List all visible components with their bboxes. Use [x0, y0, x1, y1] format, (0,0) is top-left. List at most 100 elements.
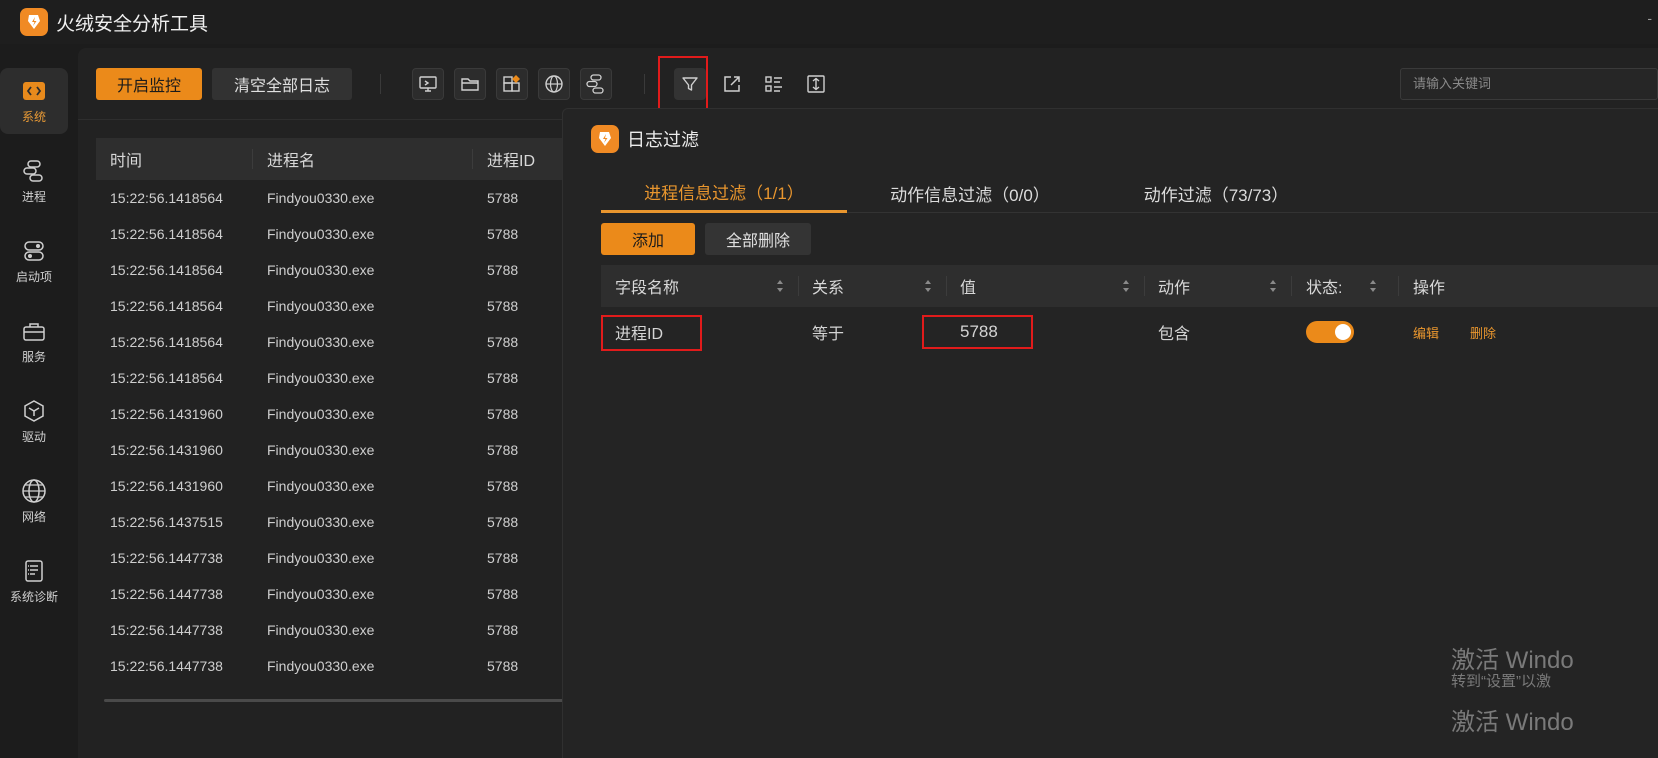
sidebar-item-network[interactable]: 网络 — [0, 468, 68, 534]
folder-icon[interactable] — [454, 68, 486, 100]
export-icon[interactable] — [716, 68, 748, 100]
table-row[interactable]: 15:22:56.1418564 Findyou0330.exe 5788 — [96, 360, 566, 396]
sort-icon[interactable] — [1368, 278, 1378, 294]
toggle-icon — [21, 238, 47, 264]
dialog-header: 日志过滤 — [591, 125, 699, 153]
log-table-body: 15:22:56.1418564 Findyou0330.exe 5788 15:22… — [96, 180, 566, 684]
cell-time: 15:22:56.1447738 — [110, 586, 223, 602]
process-icon — [21, 158, 47, 184]
table-row[interactable]: 15:22:56.1447738 Findyou0330.exe 5788 — [96, 540, 566, 576]
filter-table-header: 字段名称 关系 值 动作 状态: 操作 — [601, 265, 1658, 307]
table-row[interactable]: 15:22:56.1447738 Findyou0330.exe 5788 — [96, 648, 566, 684]
cell-time: 15:22:56.1431960 — [110, 406, 223, 422]
column-header-field[interactable]: 字段名称 — [615, 265, 679, 307]
cell-pid: 5788 — [487, 442, 519, 458]
cell-pid: 5788 — [487, 370, 519, 386]
edit-link[interactable]: 编辑 — [1413, 323, 1439, 342]
sort-icon[interactable] — [923, 278, 933, 294]
cell-time: 15:22:56.1447738 — [110, 622, 223, 638]
sidebar-item-driver[interactable]: 驱动 — [0, 388, 68, 454]
sort-icon[interactable] — [775, 278, 785, 294]
table-row[interactable]: 15:22:56.1418564 Findyou0330.exe 5788 — [96, 216, 566, 252]
table-row[interactable]: 15:22:56.1418564 Findyou0330.exe 5788 — [96, 324, 566, 360]
sidebar-item-startup[interactable]: 启动项 — [0, 228, 68, 294]
cell-time: 15:22:56.1431960 — [110, 478, 223, 494]
registry-icon[interactable] — [496, 68, 528, 100]
sidebar-item-system[interactable]: 系统 — [0, 68, 68, 134]
monitor-icon[interactable] — [412, 68, 444, 100]
sidebar-item-label: 网络 — [21, 509, 46, 524]
cell-process-name: Findyou0330.exe — [267, 334, 375, 350]
column-header-status[interactable]: 状态: — [1306, 265, 1342, 307]
horizontal-scrollbar[interactable] — [104, 699, 564, 702]
column-header-pid[interactable]: 进程ID — [473, 138, 566, 180]
cell-process-name: Findyou0330.exe — [267, 190, 375, 206]
table-row[interactable]: 15:22:56.1447738 Findyou0330.exe 5788 — [96, 612, 566, 648]
sidebar-item-label: 进程 — [21, 189, 46, 204]
search-input[interactable]: 请输入关键词 — [1400, 68, 1658, 100]
cell-time: 15:22:56.1447738 — [110, 550, 223, 566]
cell-pid: 5788 — [487, 622, 519, 638]
app-window: 火绒安全分析工具 - 系统 进程 启动项 服务 驱动 网络 系统诊断 开启监控 … — [0, 0, 1658, 758]
sidebar-item-service[interactable]: 服务 — [0, 308, 68, 374]
tab-process-info-filter[interactable]: 进程信息过滤（1/1） — [601, 173, 847, 213]
cell-pid: 5788 — [487, 478, 519, 494]
rule-status-toggle[interactable] — [1306, 321, 1354, 343]
window-control[interactable]: - — [1647, 10, 1652, 26]
cell-pid: 5788 — [487, 658, 519, 674]
network-icon[interactable] — [538, 68, 570, 100]
process-tree-icon[interactable] — [580, 68, 612, 100]
highlight-box — [658, 56, 708, 114]
cell-time: 15:22:56.1418564 — [110, 226, 223, 242]
activation-watermark: 激活 Windo — [1451, 709, 1574, 736]
highlight-box — [922, 315, 1033, 349]
table-row[interactable]: 15:22:56.1447738 Findyou0330.exe 5788 — [96, 576, 566, 612]
column-header-relation[interactable]: 关系 — [812, 265, 844, 307]
tab-action-filter[interactable]: 动作过滤（73/73） — [1093, 173, 1339, 213]
cell-pid: 5788 — [487, 298, 519, 314]
table-row[interactable]: 15:22:56.1418564 Findyou0330.exe 5788 — [96, 288, 566, 324]
log-table: 时间 进程名 进程ID 15:22:56.1418564 Findyou0330.… — [96, 138, 566, 684]
cell-time: 15:22:56.1418564 — [110, 190, 223, 206]
sort-icon[interactable] — [1268, 278, 1278, 294]
sidebar-item-diagnose[interactable]: 系统诊断 — [0, 548, 68, 614]
table-row[interactable]: 15:22:56.1431960 Findyou0330.exe 5788 — [96, 396, 566, 432]
cell-pid: 5788 — [487, 190, 519, 206]
table-row[interactable]: 15:22:56.1437515 Findyou0330.exe 5788 — [96, 504, 566, 540]
table-row[interactable]: 15:22:56.1418564 Findyou0330.exe 5788 — [96, 252, 566, 288]
table-row[interactable]: 15:22:56.1418564 Findyou0330.exe 5788 — [96, 180, 566, 216]
globe-icon — [21, 478, 47, 504]
cell-process-name: Findyou0330.exe — [267, 370, 375, 386]
delete-link[interactable]: 删除 — [1470, 323, 1496, 342]
column-header-time[interactable]: 时间 — [96, 138, 253, 180]
title-bar: 火绒安全分析工具 - — [0, 0, 1658, 44]
column-list-icon[interactable] — [758, 68, 790, 100]
filter-rule-row: 进程ID 等于 5788 包含 编辑 删除 — [601, 307, 1658, 357]
delete-all-button[interactable]: 全部删除 — [705, 223, 811, 255]
clear-logs-button[interactable]: 清空全部日志 — [212, 68, 352, 100]
cell-time: 15:22:56.1447738 — [110, 658, 223, 674]
start-monitor-button[interactable]: 开启监控 — [96, 68, 202, 100]
filter-rule-table: 字段名称 关系 值 动作 状态: 操作 进程ID 等于 5788 包含 编辑 删… — [601, 265, 1658, 357]
fit-height-icon[interactable] — [800, 68, 832, 100]
cell-pid: 5788 — [487, 586, 519, 602]
table-row[interactable]: 15:22:56.1431960 Findyou0330.exe 5788 — [96, 432, 566, 468]
tab-action-info-filter[interactable]: 动作信息过滤（0/0） — [847, 173, 1093, 213]
toolbar-divider — [644, 74, 645, 94]
cell-process-name: Findyou0330.exe — [267, 406, 375, 422]
column-header-process-name[interactable]: 进程名 — [253, 138, 473, 180]
sidebar-item-process[interactable]: 进程 — [0, 148, 68, 214]
sort-icon[interactable] — [1121, 278, 1131, 294]
cell-time: 15:22:56.1418564 — [110, 334, 223, 350]
add-button[interactable]: 添加 — [601, 223, 695, 255]
column-header-value[interactable]: 值 — [960, 265, 976, 307]
filter-tabs: 进程信息过滤（1/1） 动作信息过滤（0/0） 动作过滤（73/73） — [601, 173, 1658, 213]
service-icon — [21, 318, 47, 344]
column-divider — [1398, 276, 1399, 296]
cell-time: 15:22:56.1431960 — [110, 442, 223, 458]
sidebar-item-label: 服务 — [21, 349, 46, 364]
column-header-action[interactable]: 动作 — [1158, 265, 1190, 307]
code-icon — [21, 78, 47, 104]
table-row[interactable]: 15:22:56.1431960 Findyou0330.exe 5788 — [96, 468, 566, 504]
highlight-box — [601, 315, 702, 351]
